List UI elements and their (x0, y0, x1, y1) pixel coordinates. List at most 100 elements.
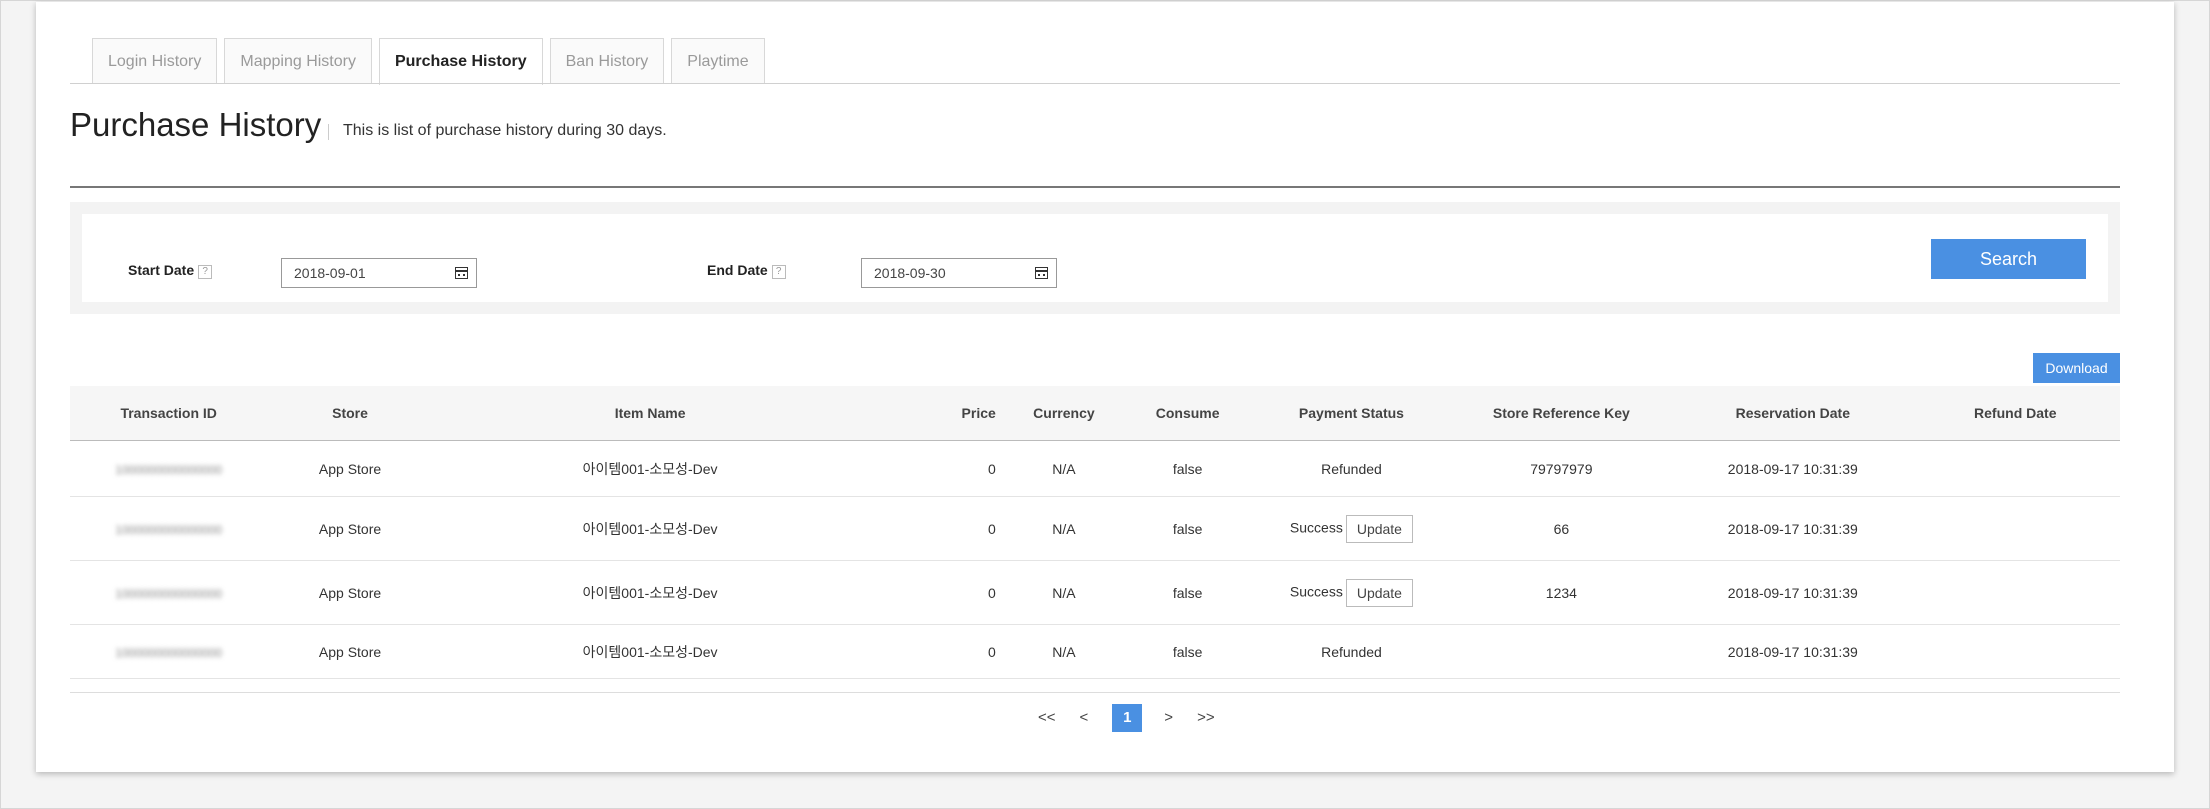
update-button[interactable]: Update (1345, 578, 1413, 607)
last-page-button[interactable]: >> (1197, 704, 1215, 732)
table-row: 1000000000000000 App Store 아이템001-소모성-De… (70, 496, 2120, 561)
payment-status: Refunded (1321, 460, 1382, 477)
reservation-date-cell: 2018-09-17 10:31:39 (1675, 560, 1911, 625)
page-1-button[interactable]: 1 (1112, 704, 1143, 732)
transaction-id-cell[interactable]: 1000000000000000 (70, 624, 268, 679)
tab-playtime[interactable]: Playtime (671, 38, 765, 84)
reservation-date-cell: 2018-09-17 10:31:39 (1675, 624, 1911, 679)
search-panel: Start Date? 2018-09-01 End Date? 2018-09… (70, 202, 2120, 314)
table-row: 1000000000000000 App Store 아이템001-소모성-De… (70, 560, 2120, 625)
table-bottom-divider (70, 692, 2120, 693)
tab-purchase-history[interactable]: Purchase History (378, 38, 543, 85)
payment-status: Success (1289, 519, 1343, 536)
first-page-button[interactable]: << (1038, 704, 1056, 732)
column-header[interactable]: Reservation Date (1675, 386, 1911, 441)
refund-date-cell (1910, 496, 2120, 561)
tab-mapping-history[interactable]: Mapping History (224, 38, 372, 84)
column-header[interactable]: Refund Date (1910, 386, 2120, 441)
reservation-date-cell: 2018-09-17 10:31:39 (1675, 440, 1911, 497)
title-separator (328, 124, 329, 140)
payment-status: Success (1289, 583, 1343, 600)
currency-cell: N/A (1007, 624, 1121, 679)
transaction-id: 1000000000000000 (115, 586, 223, 601)
currency-cell: N/A (1007, 440, 1121, 497)
search-button[interactable]: Search (1931, 239, 2086, 279)
start-date-label-text: Start Date (128, 262, 195, 278)
store-reference-key-cell: 66 (1447, 496, 1676, 561)
search-form: Start Date? 2018-09-01 End Date? 2018-09… (82, 214, 2108, 302)
column-header[interactable]: Consume (1120, 386, 1256, 441)
end-date-value: 2018-09-30 (874, 265, 946, 281)
column-header[interactable]: Payment Status (1255, 386, 1448, 441)
tab-divider (70, 83, 2120, 84)
column-header[interactable]: Item Name (432, 386, 868, 441)
transaction-id-cell[interactable]: 1000000000000000 (70, 560, 268, 625)
item-name-cell: 아이템001-소모성-Dev (432, 624, 868, 679)
column-header[interactable]: Store Reference Key (1447, 386, 1676, 441)
column-header[interactable]: Currency (1007, 386, 1121, 441)
payment-status-cell: Refunded (1255, 624, 1448, 679)
end-date-label-text: End Date (707, 262, 768, 278)
next-page-button[interactable]: > (1164, 704, 1173, 732)
start-date-value: 2018-09-01 (294, 265, 366, 281)
store-cell: App Store (267, 560, 433, 625)
start-date-input[interactable]: 2018-09-01 (281, 258, 477, 288)
price-cell: 0 (867, 440, 1008, 497)
table-row: 1000000000000000 App Store 아이템001-소모성-De… (70, 440, 2120, 497)
store-cell: App Store (267, 624, 433, 679)
start-date-label: Start Date? (128, 262, 213, 279)
transaction-id-cell[interactable]: 1000000000000000 (70, 440, 268, 497)
calendar-icon[interactable] (455, 267, 468, 279)
payment-status-cell: Success Update (1255, 496, 1448, 561)
heading-divider (70, 186, 2120, 188)
prev-page-button[interactable]: < (1080, 704, 1089, 732)
download-button[interactable]: Download (2033, 353, 2120, 383)
page-subtitle: This is list of purchase history during … (343, 122, 667, 139)
transaction-id: 1000000000000000 (115, 462, 223, 477)
price-cell: 0 (867, 624, 1008, 679)
tab-login-history[interactable]: Login History (92, 38, 218, 84)
page-title: Purchase History (70, 106, 322, 143)
transaction-id-cell[interactable]: 1000000000000000 (70, 496, 268, 561)
consume-cell: false (1120, 440, 1256, 497)
column-header[interactable]: Transaction ID (70, 386, 268, 441)
update-button[interactable]: Update (1345, 514, 1413, 543)
calendar-icon[interactable] (1035, 267, 1048, 279)
end-date-label: End Date? (707, 262, 786, 279)
column-header[interactable]: Price (867, 386, 1008, 441)
table-header-row: Transaction ID Store Item Name Price Cur… (70, 386, 2120, 441)
table-row: 1000000000000000 App Store 아이템001-소모성-De… (70, 624, 2120, 679)
consume-cell: false (1120, 560, 1256, 625)
refund-date-cell (1910, 440, 2120, 497)
item-name-cell: 아이템001-소모성-Dev (432, 496, 868, 561)
purchase-table: Transaction ID Store Item Name Price Cur… (70, 386, 2120, 679)
currency-cell: N/A (1007, 496, 1121, 561)
column-header[interactable]: Store (267, 386, 433, 441)
price-cell: 0 (867, 560, 1008, 625)
tab-bar: Login History Mapping History Purchase H… (92, 38, 772, 85)
refund-date-cell (1910, 560, 2120, 625)
transaction-id: 1000000000000000 (115, 522, 223, 537)
store-reference-key-cell: 1234 (1447, 560, 1676, 625)
consume-cell: false (1120, 496, 1256, 561)
store-reference-key-cell (1447, 624, 1676, 679)
transaction-id: 1000000000000000 (115, 645, 223, 660)
store-cell: App Store (267, 440, 433, 497)
tab-ban-history[interactable]: Ban History (549, 38, 665, 84)
currency-cell: N/A (1007, 560, 1121, 625)
payment-status: Refunded (1321, 643, 1382, 660)
payment-status-cell: Refunded (1255, 440, 1448, 497)
item-name-cell: 아이템001-소모성-Dev (432, 560, 868, 625)
help-icon[interactable]: ? (198, 265, 213, 279)
refund-date-cell (1910, 624, 2120, 679)
store-reference-key-cell: 79797979 (1447, 440, 1676, 497)
item-name-cell: 아이템001-소모성-Dev (432, 440, 868, 497)
store-cell: App Store (267, 496, 433, 561)
content-card: Login History Mapping History Purchase H… (36, 2, 2174, 772)
price-cell: 0 (867, 496, 1008, 561)
payment-status-cell: Success Update (1255, 560, 1448, 625)
consume-cell: false (1120, 624, 1256, 679)
reservation-date-cell: 2018-09-17 10:31:39 (1675, 496, 1911, 561)
end-date-input[interactable]: 2018-09-30 (861, 258, 1057, 288)
help-icon[interactable]: ? (771, 265, 786, 279)
